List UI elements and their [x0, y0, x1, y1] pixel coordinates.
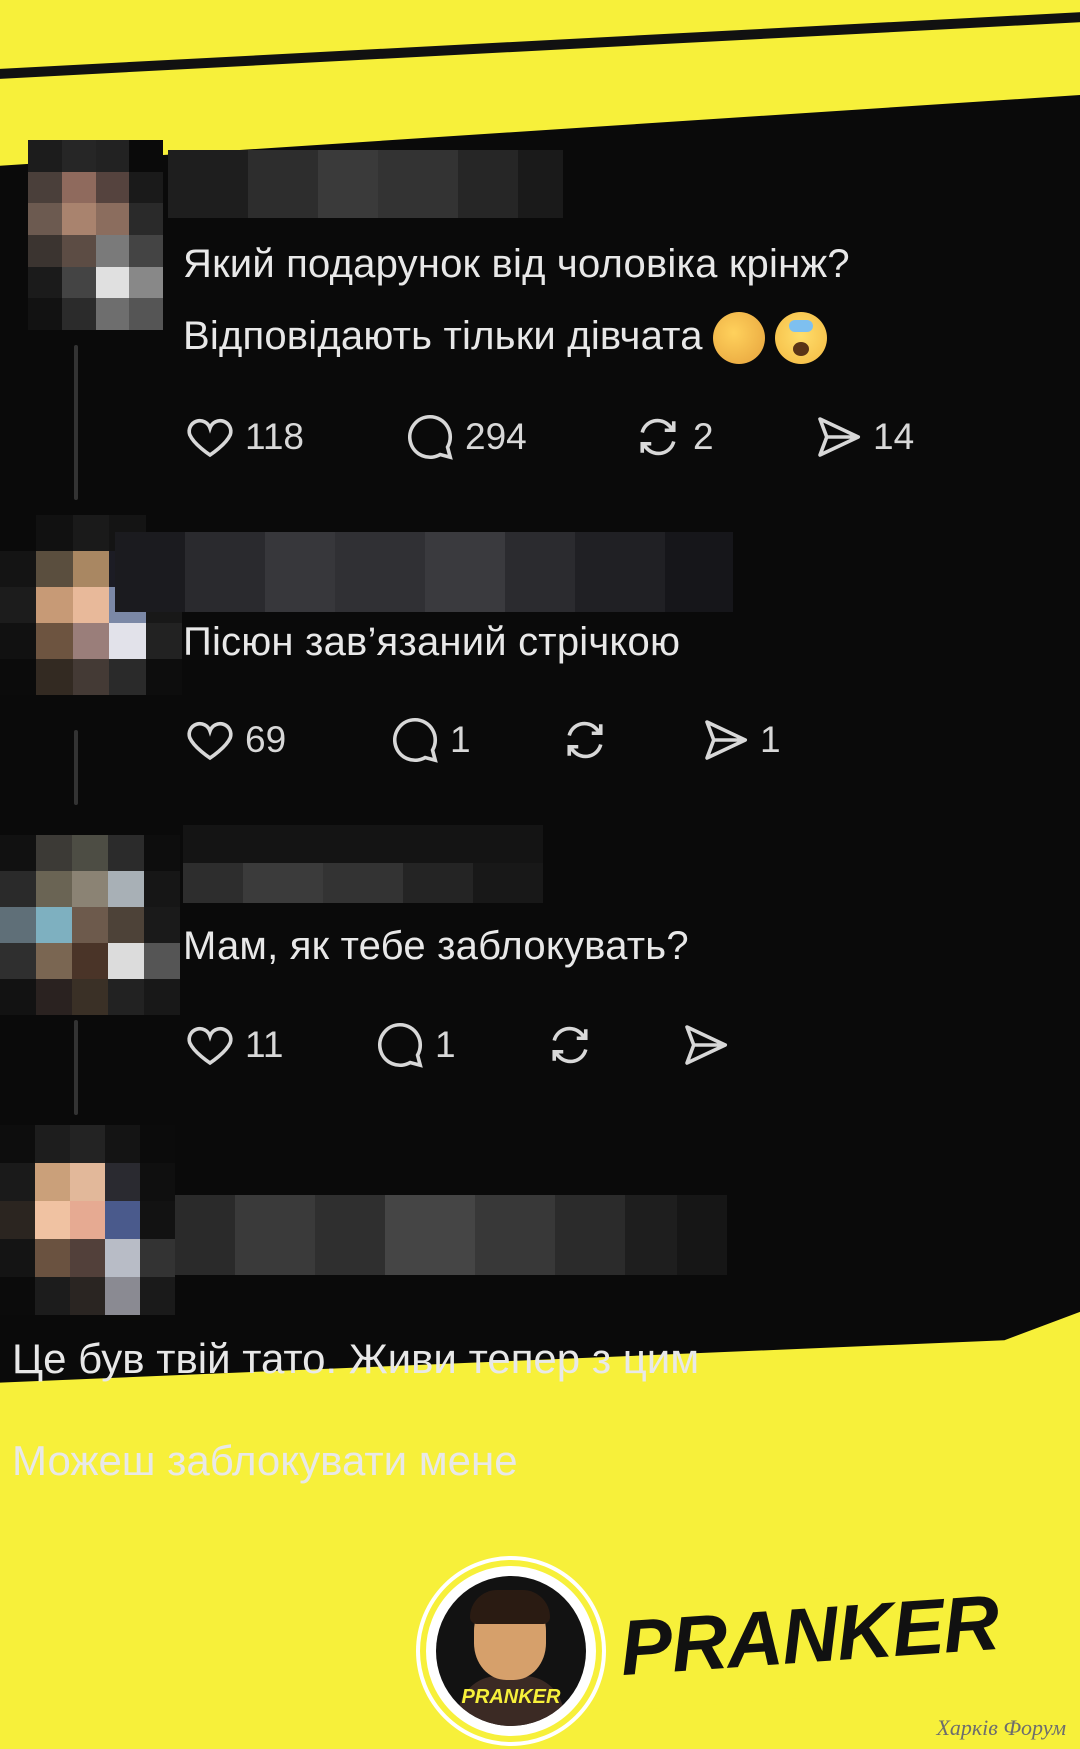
repost-icon [640, 418, 676, 456]
username-blurred [168, 150, 563, 218]
thread-line [74, 345, 78, 500]
share-button[interactable]: 14 [811, 410, 914, 464]
logo-circle: PRANKER [420, 1560, 602, 1742]
repost-icon [552, 1026, 588, 1064]
comment-button[interactable]: 1 [388, 713, 558, 767]
avatar [28, 140, 163, 330]
reply-text: Можеш заблокувати мене [12, 1437, 518, 1484]
post-text-line: Пісюн зав’язаний стрічкою [183, 620, 681, 664]
like-button[interactable]: 118 [183, 410, 403, 464]
post-actions: 69 1 1 [183, 713, 781, 767]
post-actions: 118 294 2 14 [183, 410, 914, 464]
logo-inner: PRANKER [436, 1576, 586, 1726]
reply-text: Це був твій тато. Живи тепер з цим [12, 1335, 700, 1382]
post-text: Мам, як тебе заблокувать? [183, 910, 689, 982]
repost-icon [567, 721, 603, 759]
watermark: Харків Форум [936, 1715, 1066, 1740]
comment-icon [378, 1022, 423, 1068]
comment-icon [393, 717, 438, 763]
logo-small-text: PRANKER [461, 1686, 561, 1708]
comment-count: 1 [450, 719, 471, 760]
post-text-line: Який подарунок від чоловіка крінж? [183, 242, 850, 286]
post-text: Який подарунок від чоловіка крінж? Відпо… [183, 228, 850, 372]
like-button[interactable]: 11 [183, 1018, 373, 1072]
comment-button[interactable]: 294 [403, 410, 631, 464]
like-count: 118 [245, 416, 304, 457]
avatar [0, 835, 180, 1015]
repost-count: 2 [693, 416, 714, 457]
share-icon [705, 720, 748, 760]
repost-button[interactable] [543, 1018, 678, 1072]
comment-button[interactable]: 1 [373, 1018, 543, 1072]
like-count: 11 [245, 1024, 284, 1065]
username-blurred [175, 1195, 727, 1275]
post-text-line: Мам, як тебе заблокувать? [183, 924, 689, 968]
repost-button[interactable]: 2 [631, 410, 811, 464]
post-text: Пісюн зав’язаний стрічкою [183, 606, 680, 678]
share-button[interactable]: 1 [698, 713, 781, 767]
comment-count: 1 [435, 1024, 456, 1065]
heart-icon [187, 1026, 233, 1066]
comment-icon [408, 414, 453, 460]
ok-hand-emoji [712, 312, 765, 365]
thread-line [74, 730, 78, 805]
heart-icon [187, 418, 233, 458]
share-count: 1 [760, 719, 781, 760]
share-count: 14 [873, 416, 915, 457]
share-icon [685, 1025, 728, 1065]
username-blurred [115, 532, 733, 612]
post-actions: 11 1 [183, 1018, 740, 1072]
thread-line [74, 1020, 78, 1115]
like-button[interactable]: 69 [183, 713, 388, 767]
avatar [0, 1125, 175, 1315]
shocked-face-emoji [774, 312, 827, 365]
post-text-line: Відповідають тільки дівчата [183, 300, 850, 372]
like-count: 69 [245, 719, 287, 760]
repost-button[interactable] [558, 713, 698, 767]
logo-hair [470, 1590, 550, 1624]
share-button[interactable] [678, 1018, 740, 1072]
share-icon [818, 417, 861, 457]
heart-icon [187, 721, 233, 761]
comment-count: 294 [465, 416, 527, 457]
username-blurred [183, 825, 543, 903]
